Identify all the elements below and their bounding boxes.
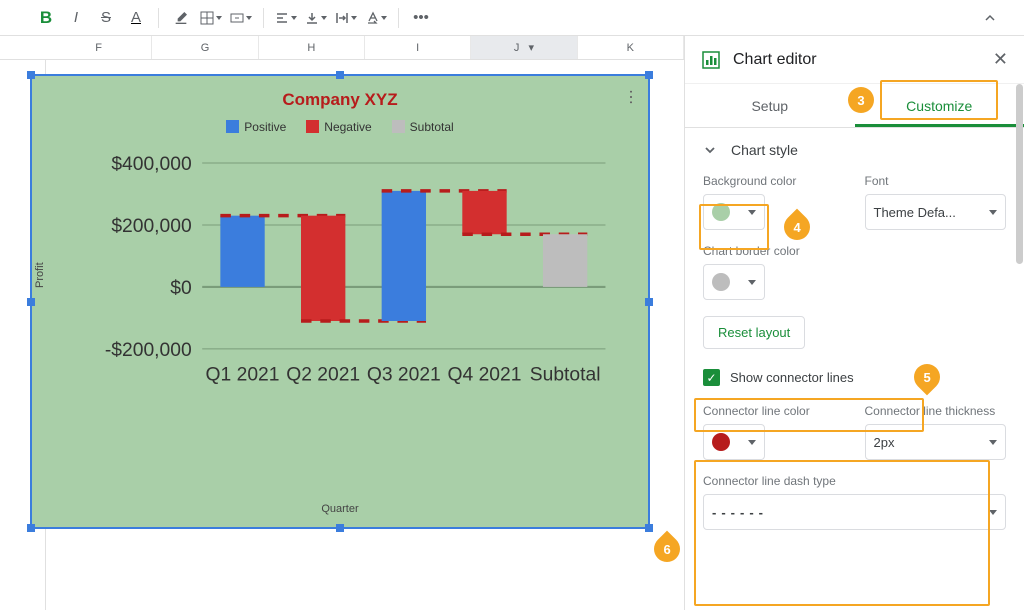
- svg-text:$0: $0: [170, 278, 191, 299]
- text-color-button[interactable]: A: [122, 4, 150, 32]
- chart-plot-area: $400,000 $200,000 $0 -$200,000 Q1 2021 Q2 202…: [97, 156, 623, 419]
- svg-text:Q2 2021: Q2 2021: [286, 364, 360, 385]
- svg-text:Q3 2021: Q3 2021: [367, 364, 441, 385]
- background-color-label: Background color: [703, 174, 845, 188]
- reset-layout-button[interactable]: Reset layout: [703, 316, 805, 349]
- border-color-label: Chart border color: [703, 244, 1006, 258]
- chart-object[interactable]: ⋯ Company XYZ Positive Negative Subtotal…: [30, 74, 650, 529]
- toolbar-collapse-button[interactable]: [976, 4, 1004, 32]
- panel-scrollbar[interactable]: [1016, 84, 1023, 264]
- resize-handle[interactable]: [336, 71, 344, 79]
- text-rotate-button[interactable]: [362, 4, 390, 32]
- chart-editor-panel: Chart editor ✕ Setup Customize Chart sty…: [684, 36, 1024, 610]
- borders-button[interactable]: [197, 4, 225, 32]
- checkbox-checked-icon[interactable]: ✓: [703, 369, 720, 386]
- resize-handle[interactable]: [336, 524, 344, 532]
- resize-handle[interactable]: [645, 71, 653, 79]
- toolbar-separator: [158, 8, 159, 28]
- dropdown-caret-icon: [989, 440, 997, 445]
- close-panel-button[interactable]: ✕: [993, 49, 1008, 70]
- connector-thickness-label: Connector line thickness: [865, 404, 1007, 418]
- panel-title: Chart editor: [733, 51, 817, 69]
- text-wrap-button[interactable]: [332, 4, 360, 32]
- resize-handle[interactable]: [645, 298, 653, 306]
- resize-handle[interactable]: [27, 524, 35, 532]
- column-headers: F G H I J ▾ K: [0, 36, 684, 60]
- legend-item[interactable]: Subtotal: [392, 120, 454, 134]
- connector-color-picker[interactable]: [703, 424, 765, 460]
- color-swatch-icon: [712, 433, 730, 451]
- resize-handle[interactable]: [645, 524, 653, 532]
- show-connectors-row[interactable]: ✓ Show connector lines: [703, 363, 1006, 392]
- dropdown-caret-icon: [989, 210, 997, 215]
- svg-text:$200,000: $200,000: [111, 216, 191, 237]
- v-align-button[interactable]: [302, 4, 330, 32]
- section-header[interactable]: Chart style: [703, 142, 1006, 158]
- color-swatch-icon: [712, 273, 730, 291]
- italic-button[interactable]: I: [62, 4, 90, 32]
- legend-item[interactable]: Positive: [226, 120, 286, 134]
- font-picker[interactable]: Theme Defa...: [865, 194, 1007, 230]
- dropdown-caret-icon: [989, 510, 997, 515]
- h-align-button[interactable]: [272, 4, 300, 32]
- connector-dash-label: Connector line dash type: [703, 474, 1006, 488]
- legend-swatch-icon: [226, 120, 239, 133]
- fill-color-button[interactable]: [167, 4, 195, 32]
- column-header[interactable]: G: [152, 36, 258, 59]
- strikethrough-button[interactable]: S: [92, 4, 120, 32]
- x-axis-label[interactable]: Quarter: [32, 503, 648, 515]
- tab-setup[interactable]: Setup: [685, 84, 855, 127]
- column-header[interactable]: H: [259, 36, 365, 59]
- connector-dash-picker[interactable]: ------: [703, 494, 1006, 530]
- section-chart-style: Chart style Background color Font Theme …: [685, 128, 1024, 544]
- format-toolbar: B I S A •••: [0, 0, 1024, 36]
- background-color-picker[interactable]: [703, 194, 765, 230]
- bold-button[interactable]: B: [32, 4, 60, 32]
- chevron-down-icon: [703, 143, 717, 157]
- chart-menu-button[interactable]: ⋯: [621, 89, 641, 103]
- font-label: Font: [865, 174, 1007, 188]
- dropdown-caret-icon: [748, 210, 756, 215]
- panel-header: Chart editor ✕: [685, 36, 1024, 84]
- svg-text:Q1 2021: Q1 2021: [206, 364, 280, 385]
- legend-item[interactable]: Negative: [306, 120, 371, 134]
- svg-text:Subtotal: Subtotal: [530, 364, 601, 385]
- column-header[interactable]: I: [365, 36, 471, 59]
- dropdown-caret-icon: [748, 280, 756, 285]
- chart-title[interactable]: Company XYZ: [32, 76, 648, 110]
- column-header[interactable]: J ▾: [471, 36, 577, 59]
- column-header[interactable]: K: [578, 36, 684, 59]
- svg-text:Q4 2021: Q4 2021: [448, 364, 522, 385]
- chart-icon: [701, 50, 721, 70]
- annotation-badge: 3: [848, 87, 874, 113]
- legend-swatch-icon: [392, 120, 405, 133]
- toolbar-separator: [398, 8, 399, 28]
- more-tools-button[interactable]: •••: [407, 4, 435, 32]
- color-swatch-icon: [712, 203, 730, 221]
- connector-thickness-picker[interactable]: 2px: [865, 424, 1007, 460]
- y-axis-label[interactable]: Profit: [34, 262, 46, 288]
- tab-customize[interactable]: Customize: [855, 84, 1024, 127]
- connector-color-label: Connector line color: [703, 404, 845, 418]
- border-color-picker[interactable]: [703, 264, 765, 300]
- dropdown-caret-icon: [748, 440, 756, 445]
- resize-handle[interactable]: [27, 298, 35, 306]
- spreadsheet-area: F G H I J ▾ K ⋯ Company XYZ Positive Neg…: [0, 36, 684, 610]
- svg-text:$400,000: $400,000: [111, 156, 191, 175]
- toolbar-separator: [263, 8, 264, 28]
- chart-legend: Positive Negative Subtotal: [32, 120, 648, 134]
- merge-cells-button[interactable]: [227, 4, 255, 32]
- legend-swatch-icon: [306, 120, 319, 133]
- dash-sample-icon: ------: [712, 505, 768, 520]
- svg-text:-$200,000: -$200,000: [105, 340, 192, 361]
- resize-handle[interactable]: [27, 71, 35, 79]
- column-header[interactable]: F: [46, 36, 152, 59]
